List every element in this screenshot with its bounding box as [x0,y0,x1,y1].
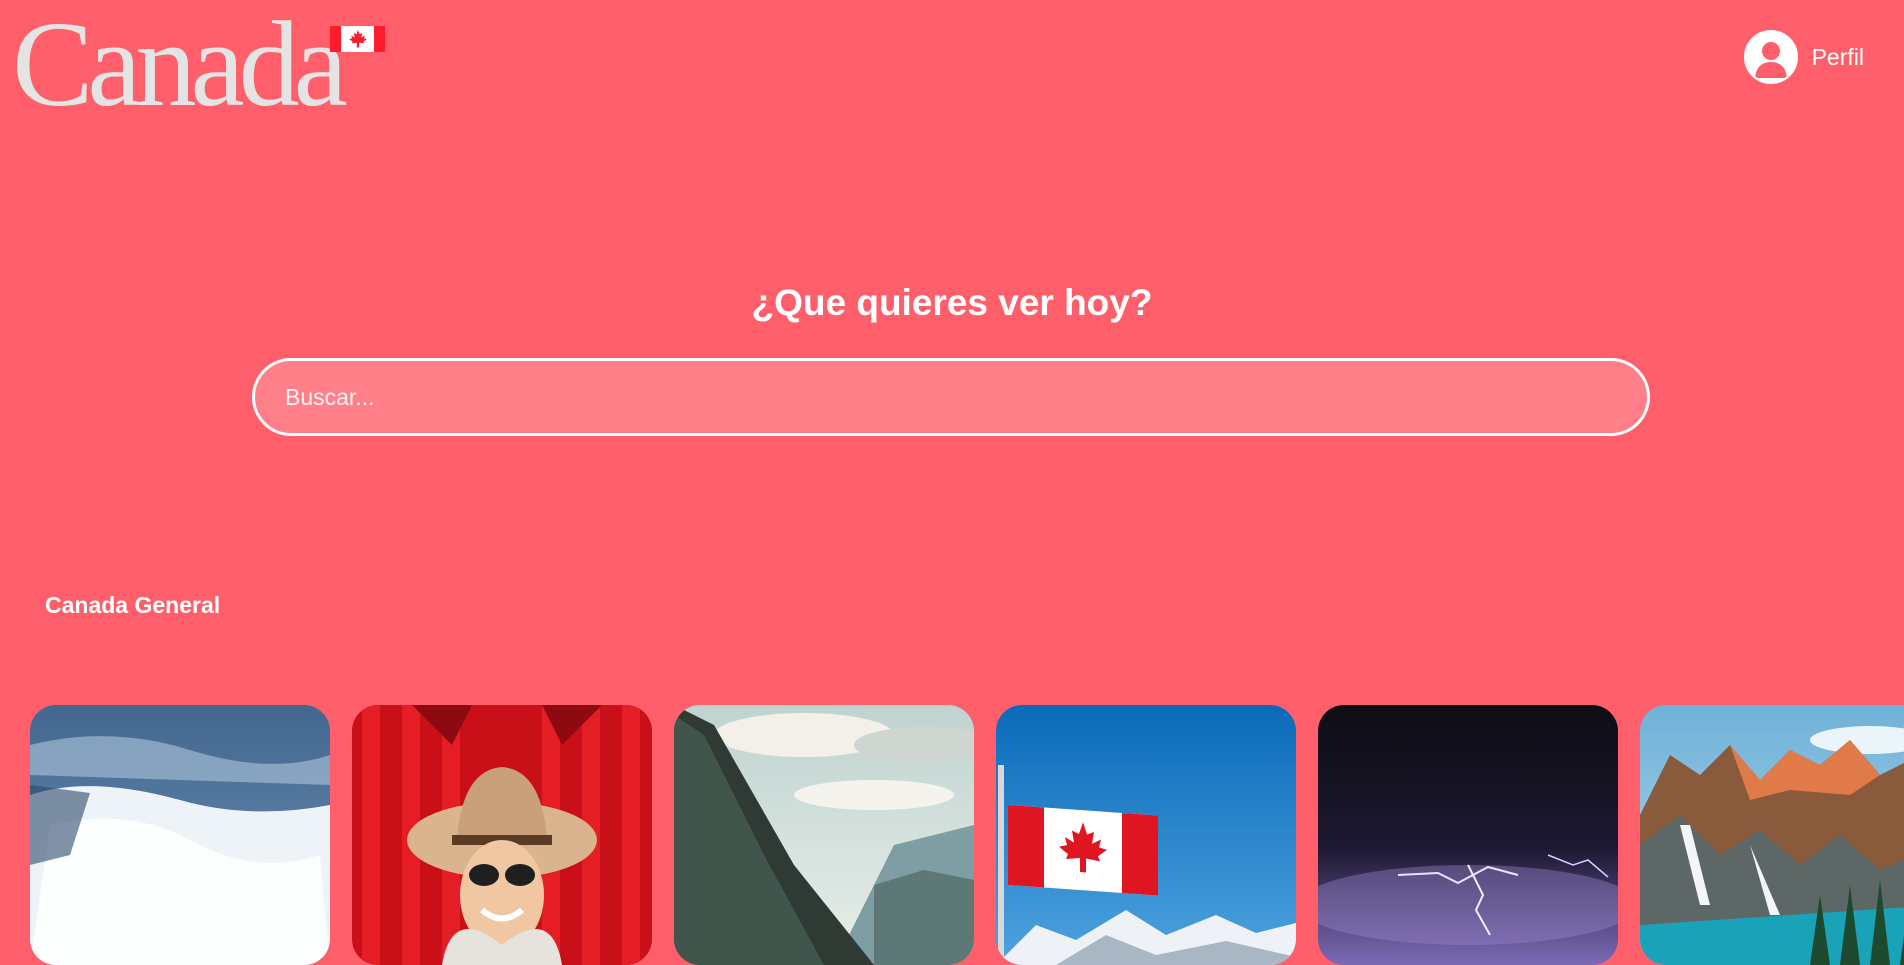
card-mountain-valley[interactable] [674,705,974,965]
card-niagara-falls[interactable] [30,705,330,965]
user-avatar-icon[interactable] [1743,30,1798,84]
card-lightning-storm[interactable] [1318,705,1618,965]
card-woman-hat[interactable] [352,705,652,965]
search-input[interactable] [252,358,1650,436]
page-headline: ¿Que quieres ver hoy? [751,282,1153,323]
profile-label[interactable]: Perfil [1812,44,1864,71]
profile-button[interactable]: Perfil [1743,30,1864,84]
section-title: Canada General [45,592,221,618]
card-canadian-flag[interactable] [996,705,1296,965]
canada-logo[interactable]: Canada [12,4,348,126]
canada-flag-icon [330,26,385,52]
card-carousel [30,705,1904,965]
card-moraine-lake[interactable] [1640,705,1904,965]
